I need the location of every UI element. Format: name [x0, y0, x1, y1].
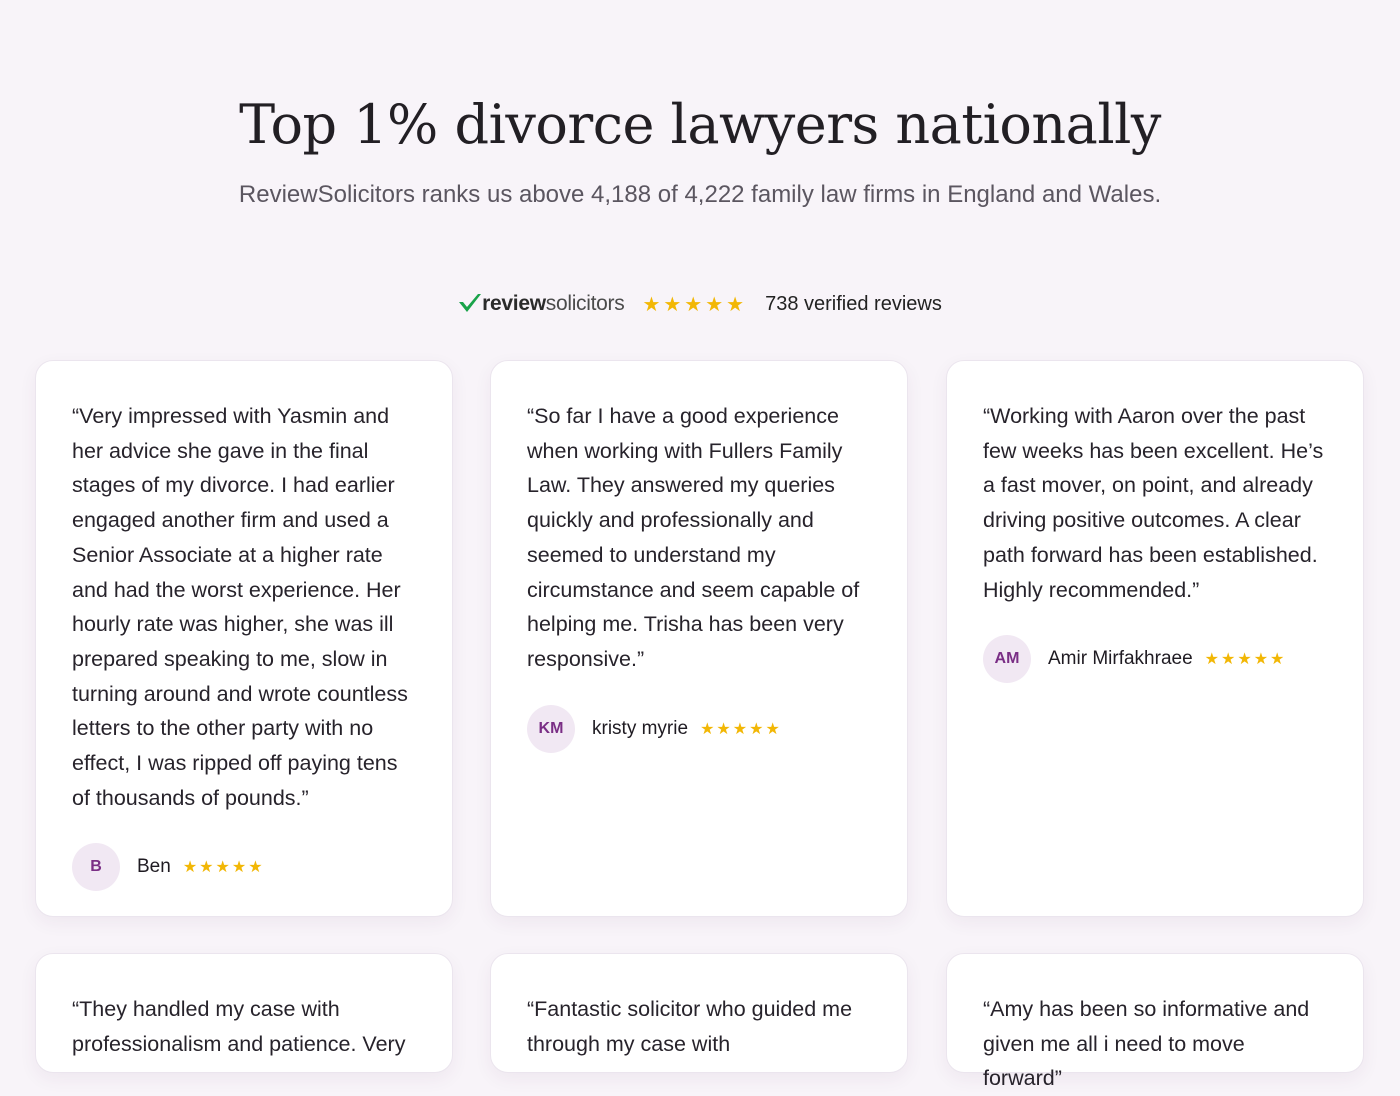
review-card: “So far I have a good experience when wo… — [490, 360, 908, 917]
brand-name-light: solicitors — [545, 292, 625, 315]
verified-reviews-count: 738 verified reviews — [765, 292, 942, 315]
star-rating-icons: ★★★★★ — [642, 293, 748, 316]
reviewsolicitors-logo[interactable]: review solicitors — [458, 292, 625, 316]
review-card: “Very impressed with Yasmin and her advi… — [35, 360, 453, 917]
rating-summary: review solicitors ★★★★★ 738 verified revi… — [0, 284, 1400, 324]
reviewer-info: KM kristy myrie ★★★★★ — [527, 704, 871, 753]
review-quote: “Very impressed with Yasmin and her advi… — [72, 404, 408, 810]
avatar: KM — [527, 704, 575, 753]
review-quote: “They handled my case with professionali… — [72, 997, 406, 1056]
review-card: “Working with Aaron over the past few we… — [946, 360, 1364, 917]
review-card: “Amy has been so informative and given m… — [946, 953, 1364, 1090]
review-quote: “Fantastic solicitor who guided me throu… — [527, 997, 853, 1056]
review-card: “They handled my case with professionali… — [35, 953, 453, 1073]
avatar: AM — [983, 635, 1031, 684]
reviewer-name: kristy myrie — [592, 717, 689, 739]
page-title: Top 1% divorce lawyers nationally — [239, 93, 1161, 156]
star-rating-icons: ★★★★★ — [182, 859, 265, 877]
review-quote: “Working with Aaron over the past few we… — [983, 404, 1324, 602]
reviewer-info: B Ben ★★★★★ — [72, 843, 416, 892]
review-quote: “So far I have a good experience when wo… — [527, 404, 860, 671]
reviewer-info: AM Amir Mirfakhraee ★★★★★ — [983, 635, 1327, 684]
avatar: B — [72, 843, 120, 892]
review-quote: “Amy has been so informative and given m… — [983, 997, 1310, 1091]
page-subtitle: ReviewSolicitors ranks us above 4,188 of… — [238, 181, 1162, 208]
reviewer-name: Ben — [137, 856, 171, 878]
check-mark-icon — [459, 294, 482, 312]
brand-name-bold: review — [482, 292, 546, 315]
review-card: “Fantastic solicitor who guided me throu… — [490, 953, 908, 1073]
star-rating-icons: ★★★★★ — [700, 720, 782, 738]
reviewer-name: Amir Mirfakhraee — [1048, 648, 1193, 670]
star-rating-icons: ★★★★★ — [1204, 651, 1287, 669]
